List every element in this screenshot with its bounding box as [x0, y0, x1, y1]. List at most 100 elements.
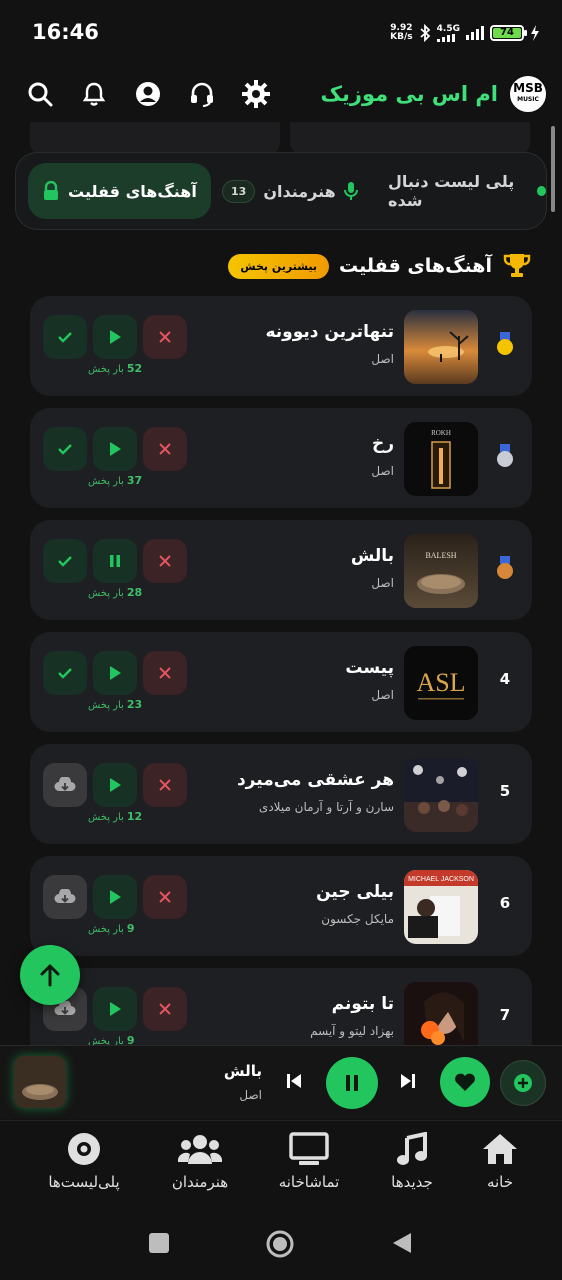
- play-count-suffix: بار پخش: [88, 812, 124, 823]
- close-icon: [159, 891, 171, 903]
- play-button[interactable]: [93, 987, 137, 1031]
- scroll-to-top-button[interactable]: [20, 945, 80, 1005]
- scrollbar[interactable]: [551, 126, 555, 212]
- tab-followed-playlists[interactable]: پلی لیست دنبال شده: [388, 163, 546, 219]
- song-row[interactable]: ROKH رخ اصل 37بار پخش: [30, 408, 532, 508]
- song-row[interactable]: BALESH بالش اصل 28بار پخش: [30, 520, 532, 620]
- most-played-pill[interactable]: بیشترین پخش: [228, 253, 330, 279]
- play-count-value: 37: [126, 474, 143, 487]
- play-button[interactable]: [93, 315, 137, 359]
- close-icon: [159, 779, 171, 791]
- download-button[interactable]: [43, 875, 87, 919]
- song-cover[interactable]: ROKH: [404, 422, 478, 496]
- confirm-button[interactable]: [43, 315, 87, 359]
- nav-theater[interactable]: تماشاخانه: [259, 1129, 359, 1191]
- player-title: بالش: [223, 1062, 262, 1080]
- song-row[interactable]: 6 MICHAEL JACKSON بیلی جین مایکل جکسون 9…: [30, 856, 532, 956]
- song-cover[interactable]: ASL: [404, 646, 478, 720]
- remove-button[interactable]: [143, 987, 187, 1031]
- play-count: 28بار پخش: [88, 586, 142, 599]
- nav-playlists[interactable]: پلی‌لیست‌ها: [34, 1129, 134, 1191]
- section-title: آهنگ‌های قفلیت: [339, 255, 492, 277]
- skip-next-icon: [401, 1074, 415, 1088]
- remove-button[interactable]: [143, 539, 187, 583]
- status-time: 16:46: [32, 20, 99, 44]
- like-button[interactable]: [440, 1057, 490, 1107]
- app-header: ام اس بی موزیک MSB MUSIC: [0, 64, 562, 130]
- remove-button[interactable]: [143, 763, 187, 807]
- confirm-button[interactable]: [43, 427, 87, 471]
- pause-icon: [346, 1075, 358, 1091]
- gold-medal-icon: [495, 332, 515, 356]
- mini-player[interactable]: بالش اصل: [0, 1045, 562, 1119]
- song-row[interactable]: 5 هر عشقی می‌میرد سارن و آرتا و آرمان می…: [30, 744, 532, 844]
- bell-icon: [82, 82, 106, 106]
- download-button[interactable]: [43, 763, 87, 807]
- cover-art-image: [404, 310, 478, 384]
- previous-button[interactable]: [284, 1071, 304, 1095]
- home-system-button[interactable]: [266, 1230, 294, 1262]
- song-row[interactable]: تنهاترین دیوونه اصل 52بار پخش: [30, 296, 532, 396]
- song-artist: اصل: [371, 464, 394, 478]
- song-cover[interactable]: MICHAEL JACKSON: [404, 870, 478, 944]
- rank-medal: [492, 444, 518, 468]
- pause-button[interactable]: [93, 539, 137, 583]
- song-cover[interactable]: BALESH: [404, 534, 478, 608]
- recents-button[interactable]: [148, 1232, 170, 1258]
- users-icon: [178, 1135, 222, 1164]
- play-count-value: 9: [126, 922, 135, 935]
- app-logo[interactable]: MSB MUSIC: [508, 74, 548, 114]
- triangle-back-icon: [393, 1233, 411, 1253]
- play-button[interactable]: [93, 763, 137, 807]
- nav-new[interactable]: جدیدها: [362, 1129, 462, 1191]
- settings-button[interactable]: [240, 78, 272, 110]
- profile-button[interactable]: [132, 78, 164, 110]
- song-row[interactable]: 4 ASL پیست اصل 23بار پخش: [30, 632, 532, 732]
- play-button[interactable]: [93, 651, 137, 695]
- check-icon: [58, 668, 72, 679]
- song-cover[interactable]: [404, 310, 478, 384]
- plus-circle-icon: [514, 1074, 532, 1092]
- support-button[interactable]: [186, 78, 218, 110]
- song-title: تا بتونم: [331, 994, 394, 1014]
- close-icon: [159, 331, 171, 343]
- confirm-button[interactable]: [43, 539, 87, 583]
- remove-button[interactable]: [143, 651, 187, 695]
- lock-icon: [44, 181, 58, 200]
- play-button[interactable]: [93, 427, 137, 471]
- song-title: هر عشقی می‌میرد: [236, 770, 394, 790]
- bottom-navigation: خانه جدیدها تماشاخانه هنرمندان پلی‌لیست‌…: [0, 1120, 562, 1206]
- confirm-button[interactable]: [43, 651, 87, 695]
- play-count-suffix: بار پخش: [88, 700, 124, 711]
- tab-artists[interactable]: 13 هنرمندان: [222, 163, 358, 219]
- add-to-playlist-button[interactable]: [500, 1060, 546, 1106]
- song-cover[interactable]: [404, 758, 478, 832]
- close-icon: [159, 667, 171, 679]
- notifications-button[interactable]: [78, 78, 110, 110]
- tab-label: آهنگ‌های قفلیت: [68, 181, 197, 201]
- player-pause-button[interactable]: [326, 1057, 378, 1109]
- nav-home[interactable]: خانه: [450, 1129, 550, 1191]
- remove-button[interactable]: [143, 315, 187, 359]
- player-cover[interactable]: [14, 1056, 66, 1108]
- cover-text: ROKH: [431, 429, 451, 437]
- back-button[interactable]: [392, 1232, 412, 1258]
- search-button[interactable]: [24, 78, 56, 110]
- tab-locked-songs[interactable]: آهنگ‌های قفلیت: [28, 163, 211, 219]
- remove-button[interactable]: [143, 427, 187, 471]
- next-button[interactable]: [398, 1071, 418, 1095]
- song-rank: 5: [499, 782, 511, 800]
- cover-art-image: BALESH: [404, 534, 478, 608]
- remove-button[interactable]: [143, 875, 187, 919]
- nav-artists[interactable]: هنرمندان: [150, 1129, 250, 1191]
- check-icon: [58, 444, 72, 455]
- search-icon: [28, 82, 53, 107]
- song-actions: [43, 315, 187, 359]
- play-count-suffix: بار پخش: [88, 364, 124, 375]
- song-title: پیست: [345, 658, 394, 678]
- music-note-icon: [397, 1132, 427, 1165]
- circle-icon: [266, 1230, 294, 1258]
- play-button[interactable]: [93, 875, 137, 919]
- close-icon: [159, 443, 171, 455]
- network-speed: 9.92 KB/s: [390, 24, 412, 42]
